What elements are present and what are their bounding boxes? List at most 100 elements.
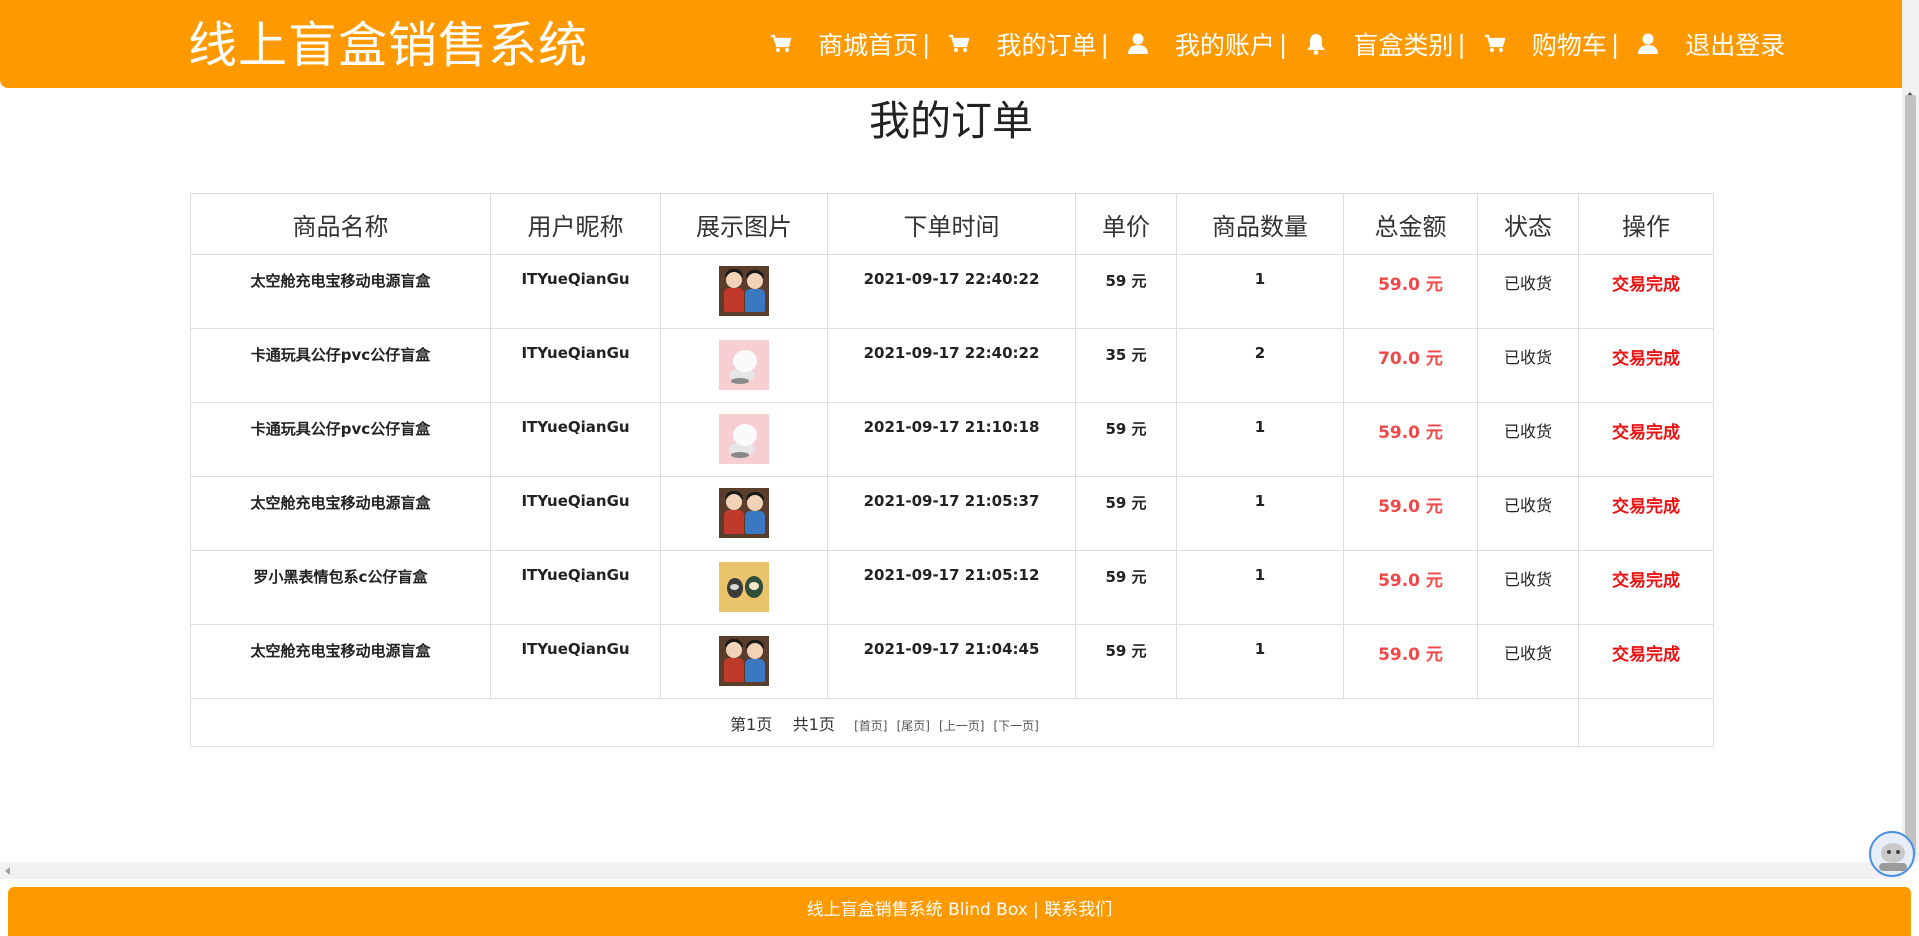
page-title: 我的订单 bbox=[869, 97, 1033, 145]
user-nickname: ITYueQianGu bbox=[490, 476, 661, 551]
user-nickname: ITYueQianGu bbox=[490, 328, 661, 403]
column-header: 操作 bbox=[1578, 193, 1714, 255]
column-header: 状态 bbox=[1477, 193, 1579, 255]
order-status: 已收货 bbox=[1477, 328, 1579, 403]
site-brand: 线上盲盒销售系统 bbox=[188, 17, 589, 74]
pager: 第1页 共1页 [首页] [尾页] [上一页] [下一页] bbox=[190, 698, 1579, 747]
pager-first-link[interactable]: [首页] bbox=[854, 719, 887, 733]
user-icon bbox=[1125, 31, 1151, 57]
table-row: 卡通玩具公仔pvc公仔盲盒 ITYueQianGu 2021-09-17 21:… bbox=[190, 402, 1714, 477]
table-row: 卡通玩具公仔pvc公仔盲盒 ITYueQianGu 2021-09-17 22:… bbox=[190, 328, 1714, 403]
column-header: 单价 bbox=[1075, 193, 1177, 255]
order-status: 已收货 bbox=[1477, 402, 1579, 477]
cart-icon bbox=[946, 31, 972, 57]
table-row: 太空舱充电宝移动电源盲盒 ITYueQianGu 2021-09-17 22:4… bbox=[190, 254, 1714, 329]
product-name: 罗小黑表情包系c公仔盲盒 bbox=[190, 550, 491, 625]
action-complete: 交易完成 bbox=[1578, 624, 1714, 699]
quantity: 1 bbox=[1176, 254, 1344, 329]
scroll-left-arrow-icon[interactable] bbox=[5, 867, 10, 875]
quantity: 1 bbox=[1176, 476, 1344, 551]
user-nickname: ITYueQianGu bbox=[490, 624, 661, 699]
total-amount: 59.0 元 bbox=[1343, 624, 1478, 699]
table-header-row: 商品名称 用户昵称 展示图片 下单时间 单价 商品数量 总金额 状态 操作 bbox=[190, 193, 1714, 255]
contact-us-link[interactable]: 联系我们 bbox=[1044, 900, 1112, 920]
action-complete: 交易完成 bbox=[1578, 254, 1714, 329]
scrollbar-thumb[interactable] bbox=[1905, 95, 1916, 855]
product-name: 太空舱充电宝移动电源盲盒 bbox=[190, 254, 491, 329]
nav-separator: | bbox=[1610, 29, 1620, 59]
vertical-scrollbar[interactable] bbox=[1902, 0, 1919, 862]
order-time: 2021-09-17 21:04:45 bbox=[827, 624, 1076, 699]
unit-price: 59 元 bbox=[1075, 402, 1177, 477]
nav-item-orders[interactable]: 我的订单 | bbox=[946, 26, 1109, 62]
total-amount: 70.0 元 bbox=[1343, 328, 1478, 403]
unit-price: 59 元 bbox=[1075, 254, 1177, 329]
total-amount: 59.0 元 bbox=[1343, 550, 1478, 625]
product-name: 太空舱充电宝移动电源盲盒 bbox=[190, 476, 491, 551]
nav-item-cart[interactable]: 购物车 | bbox=[1482, 26, 1619, 62]
nav-label: 盲盒类别 bbox=[1353, 31, 1454, 60]
order-status: 已收货 bbox=[1477, 624, 1579, 699]
order-time: 2021-09-17 21:10:18 bbox=[827, 402, 1076, 477]
pager-current: 第1页 bbox=[730, 714, 773, 734]
nav-separator: | bbox=[922, 29, 931, 59]
pager-total: 共1页 bbox=[792, 714, 835, 734]
nav-item-account[interactable]: 我的账户 | bbox=[1125, 26, 1287, 62]
order-status: 已收货 bbox=[1477, 476, 1579, 551]
pager-empty-cell bbox=[1578, 698, 1714, 747]
product-name: 卡通玩具公仔pvc公仔盲盒 bbox=[190, 328, 491, 403]
nav-label: 我的订单 bbox=[996, 31, 1097, 60]
total-amount: 59.0 元 bbox=[1343, 402, 1478, 477]
column-header: 用户昵称 bbox=[490, 193, 661, 255]
column-header: 展示图片 bbox=[660, 193, 828, 255]
nav-item-home[interactable]: 商城首页 | bbox=[768, 26, 930, 62]
total-amount: 59.0 元 bbox=[1343, 254, 1478, 329]
horizontal-scrollbar[interactable] bbox=[0, 862, 1902, 879]
user-nickname: ITYueQianGu bbox=[490, 254, 661, 329]
order-status: 已收货 bbox=[1477, 550, 1579, 625]
nav-label: 退出登录 bbox=[1685, 31, 1786, 60]
unit-price: 59 元 bbox=[1075, 476, 1177, 551]
nav-label: 我的账户 bbox=[1174, 31, 1275, 60]
user-nickname: ITYueQianGu bbox=[490, 402, 661, 477]
bell-icon bbox=[1303, 31, 1329, 57]
space-capsule-toy-image[interactable] bbox=[719, 266, 769, 316]
nav-item-logout[interactable]: 退出登录 bbox=[1635, 26, 1785, 62]
emoji-figure-image[interactable] bbox=[719, 562, 769, 612]
nav-item-categories[interactable]: 盲盒类别 | bbox=[1303, 26, 1466, 62]
nav-separator: | bbox=[1457, 29, 1466, 59]
space-capsule-toy-image[interactable] bbox=[719, 636, 769, 686]
pager-prev-link[interactable]: [上一页] bbox=[939, 719, 984, 733]
chat-robot-icon[interactable] bbox=[1869, 831, 1915, 877]
user-icon bbox=[1635, 31, 1661, 57]
action-complete: 交易完成 bbox=[1578, 476, 1714, 551]
action-complete: 交易完成 bbox=[1578, 328, 1714, 403]
nav-label: 商城首页 bbox=[818, 31, 919, 60]
space-capsule-toy-image[interactable] bbox=[719, 488, 769, 538]
nav-separator: | bbox=[1100, 29, 1109, 59]
nav-separator: | bbox=[1278, 29, 1288, 59]
cart-icon bbox=[768, 31, 794, 57]
pager-next-link[interactable]: [下一页] bbox=[994, 719, 1039, 733]
pager-row: 第1页 共1页 [首页] [尾页] [上一页] [下一页] bbox=[190, 698, 1714, 747]
unit-price: 59 元 bbox=[1075, 550, 1177, 625]
quantity: 1 bbox=[1176, 624, 1344, 699]
pager-last-link[interactable]: [尾页] bbox=[897, 719, 930, 733]
quantity: 1 bbox=[1176, 402, 1344, 477]
footer-text: 线上盲盒销售系统 Blind Box | bbox=[806, 900, 1045, 920]
order-time: 2021-09-17 21:05:37 bbox=[827, 476, 1076, 551]
header-bar: 线上盲盒销售系统 商城首页 | 我的订单 | 我的账户 | 盲盒类别 | 购物车… bbox=[0, 0, 1919, 88]
user-nickname: ITYueQianGu bbox=[490, 550, 661, 625]
action-complete: 交易完成 bbox=[1578, 550, 1714, 625]
order-status: 已收货 bbox=[1477, 254, 1579, 329]
action-complete: 交易完成 bbox=[1578, 402, 1714, 477]
order-time: 2021-09-17 22:40:22 bbox=[827, 328, 1076, 403]
order-time: 2021-09-17 22:40:22 bbox=[827, 254, 1076, 329]
cart-icon bbox=[1482, 31, 1508, 57]
cartoon-doll-image[interactable] bbox=[719, 340, 769, 390]
order-time: 2021-09-17 21:05:12 bbox=[827, 550, 1076, 625]
main-nav: 商城首页 | 我的订单 | 我的账户 | 盲盒类别 | 购物车 | 退出登录 bbox=[768, 26, 1801, 62]
cartoon-doll-image[interactable] bbox=[719, 414, 769, 464]
total-amount: 59.0 元 bbox=[1343, 476, 1478, 551]
table-row: 太空舱充电宝移动电源盲盒 ITYueQianGu 2021-09-17 21:0… bbox=[190, 624, 1714, 699]
